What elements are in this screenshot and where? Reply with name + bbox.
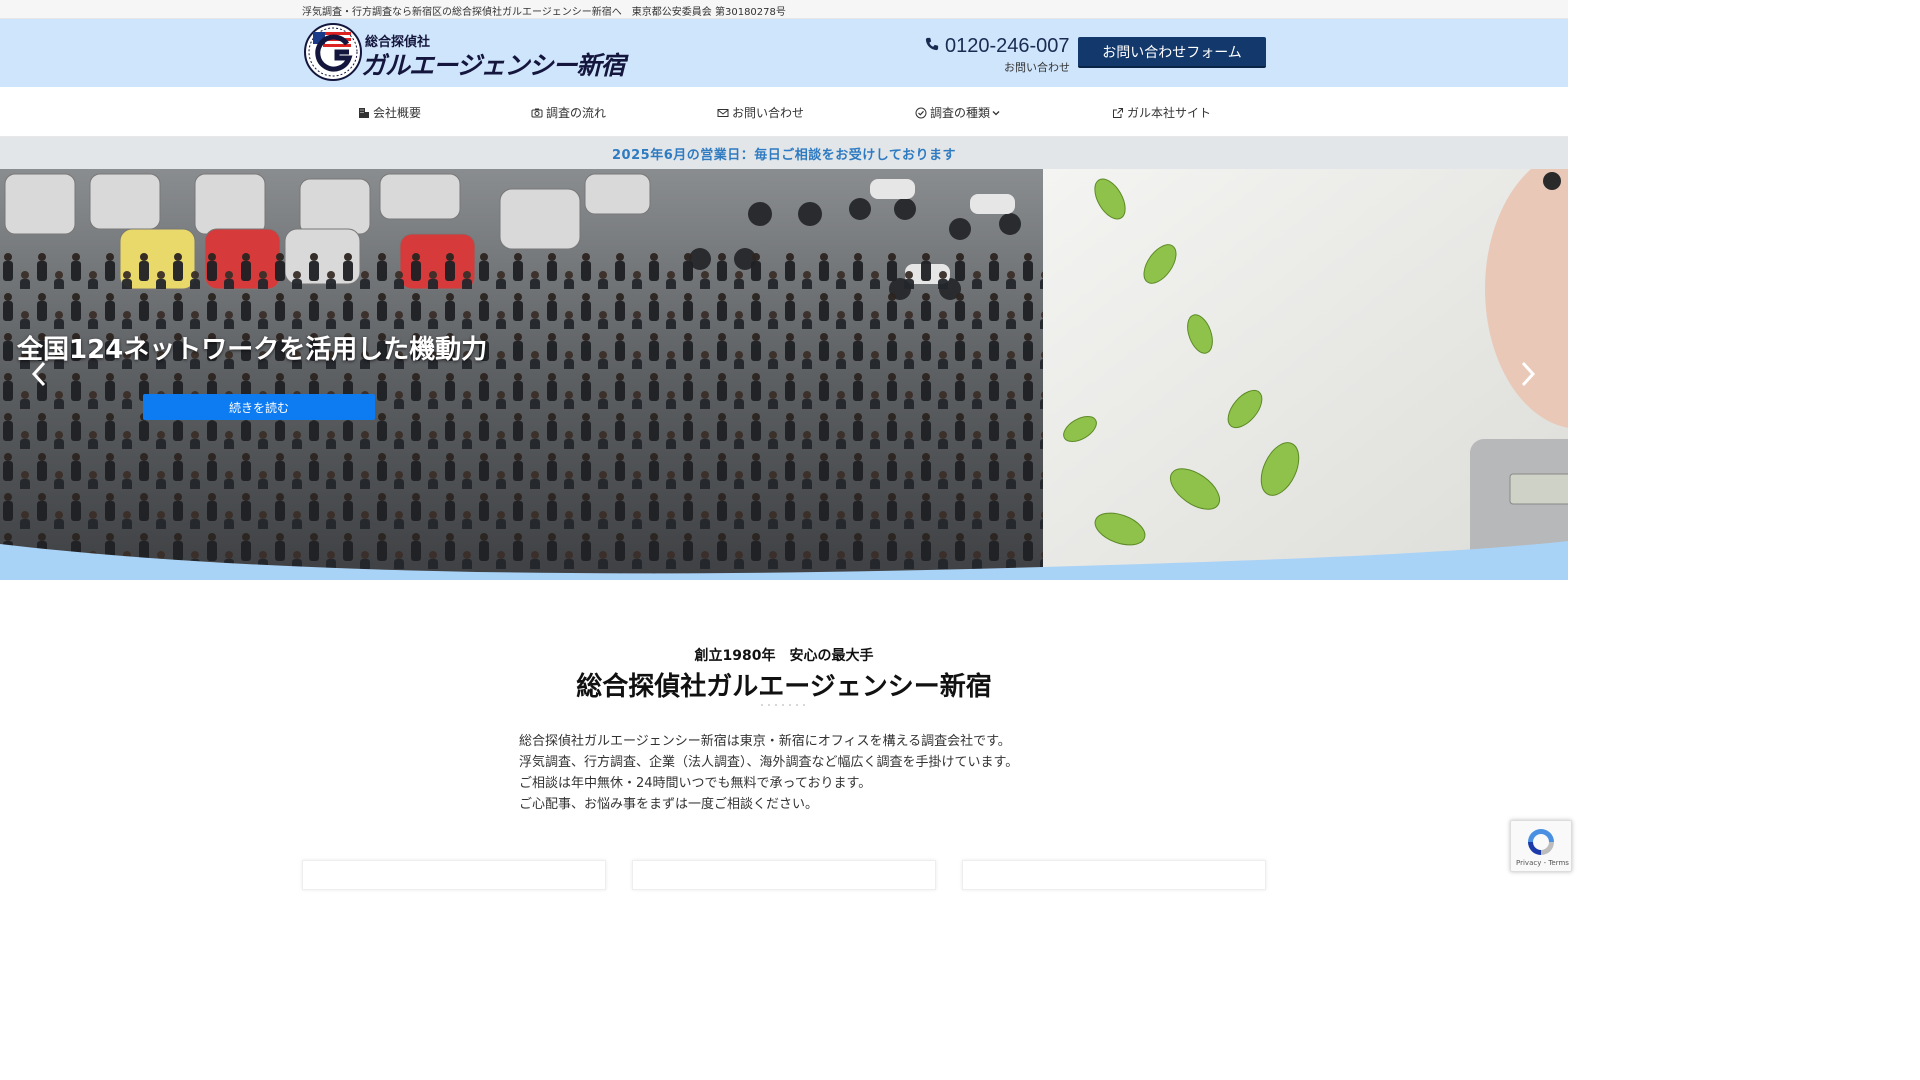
nav-item-flow[interactable]: 調査の流れ <box>531 104 606 121</box>
hero-title: 全国124ネットワークを活用した機動力 <box>17 335 488 365</box>
title-divider <box>761 704 805 706</box>
read-more-button[interactable]: 続きを読む <box>143 394 375 420</box>
logo-emblem-icon <box>304 23 362 81</box>
top-notice-text: 浮気調査・行方調査なら新宿区の総合探偵社ガルエージェンシー新宿へ 東京都公安委員… <box>302 7 786 18</box>
phone-caption: お問い合わせ <box>1004 61 1070 74</box>
chevron-down-icon <box>992 110 1000 115</box>
slider-prev-button[interactable] <box>28 359 52 389</box>
building-icon <box>359 107 369 118</box>
camera-icon <box>531 108 543 117</box>
business-days-notice: 2025年6月の営業日：毎日ご相談をお受けしております <box>0 137 1568 169</box>
intro-body: 総合探偵社ガルエージェンシー新宿は東京・新宿にオフィスを構える調査会社です。 浮… <box>519 731 1018 815</box>
intro-subtitle: 創立1980年 安心の最大手 <box>694 648 874 664</box>
feature-card[interactable] <box>632 860 936 890</box>
site-header: 総合探偵社 ガルエージェンシー新宿 0120-246-007 お問い合わせ お問… <box>0 19 1568 87</box>
nav-label: ガル本社サイト <box>1127 106 1212 120</box>
nav-item-company[interactable]: 会社概要 <box>358 104 421 121</box>
nav-label: 調査の種類 <box>930 106 991 120</box>
recaptcha-badge[interactable]: Privacy - Terms <box>1510 820 1572 872</box>
nav-item-services[interactable]: 調査の種類 <box>915 104 1000 121</box>
check-circle-icon <box>915 107 927 118</box>
slider-next-button[interactable] <box>1515 359 1539 389</box>
nav-item-hq-site[interactable]: ガル本社サイト <box>1112 104 1211 121</box>
site-logo[interactable]: 総合探偵社 ガルエージェンシー新宿 <box>303 22 626 84</box>
external-link-icon <box>1113 107 1123 118</box>
hero-slider[interactable]: 全国124ネットワークを活用した機動力 続きを読む <box>0 169 1568 580</box>
chevron-left-icon <box>31 361 46 387</box>
feature-card[interactable] <box>962 860 1266 890</box>
intro-line: ご相談は年中無休・24時間いつでも無料で承っております。 <box>519 776 872 791</box>
nav-label: お問い合わせ <box>732 106 805 120</box>
contact-form-button[interactable]: お問い合わせフォーム <box>1078 37 1266 68</box>
notice-text: 2025年6月の営業日：毎日ご相談をお受けしております <box>612 147 956 163</box>
main-nav: 会社概要 調査の流れ お問い合わせ 調査の種類 ガル本社サイト <box>0 87 1568 137</box>
feature-card[interactable] <box>302 860 606 890</box>
intro-line: 浮気調査、行方調査、企業（法人調査）、海外調査など幅広く調査を手掛けています。 <box>519 755 1019 770</box>
hero-slide-image <box>0 169 1568 580</box>
phone-number-text: 0120-246-007 <box>945 35 1070 57</box>
phone-number[interactable]: 0120-246-007 <box>925 35 1070 58</box>
intro-line: ご心配事、お悩み事をまずは一度ご相談ください。 <box>519 797 819 812</box>
chevron-right-icon <box>1521 361 1536 387</box>
recaptcha-links[interactable]: Privacy - Terms <box>1516 859 1569 867</box>
logo-title: ガルエージェンシー新宿 <box>361 51 626 80</box>
recaptcha-icon <box>1528 829 1554 855</box>
envelope-icon <box>717 108 729 117</box>
nav-label: 会社概要 <box>373 106 422 120</box>
nav-label: 調査の流れ <box>546 106 607 120</box>
top-notice-bar: 浮気調査・行方調査なら新宿区の総合探偵社ガルエージェンシー新宿へ 東京都公安委員… <box>0 0 1568 19</box>
nav-item-contact[interactable]: お問い合わせ <box>717 104 804 121</box>
intro-line: 総合探偵社ガルエージェンシー新宿は東京・新宿にオフィスを構える調査会社です。 <box>519 734 1011 749</box>
intro-title: 総合探偵社ガルエージェンシー新宿 <box>576 672 992 702</box>
phone-icon <box>925 37 939 51</box>
